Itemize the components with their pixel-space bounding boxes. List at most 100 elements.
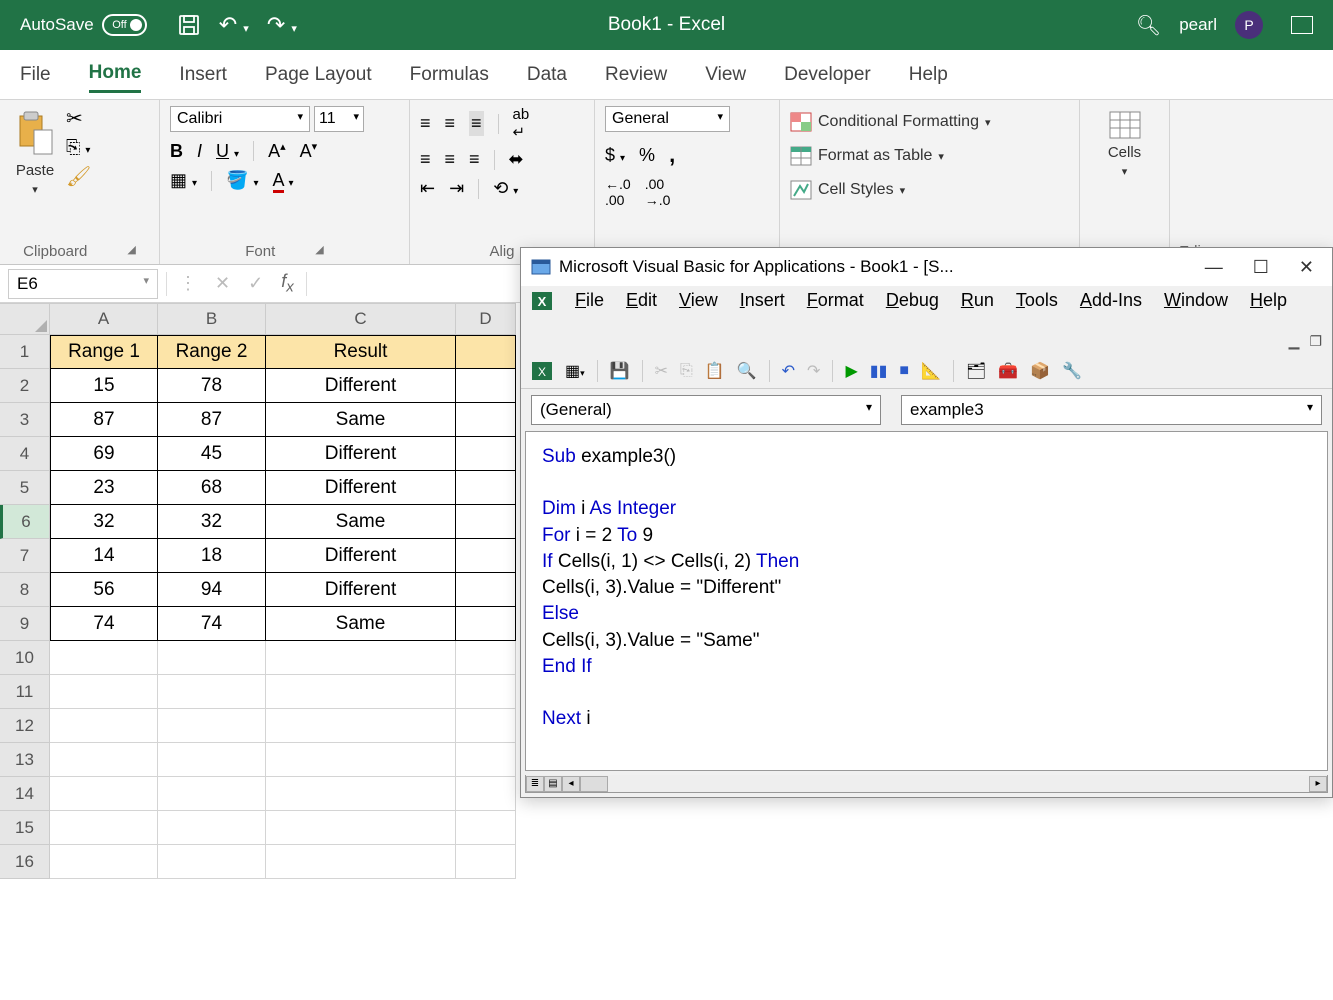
comma-icon[interactable]: , [669,142,675,168]
cell[interactable] [50,709,158,743]
fill-color-button[interactable]: 🪣 ▾ [226,170,258,191]
vba-code-pane[interactable]: Sub example3() Dim i As Integer For i = … [525,431,1328,771]
scroll-left-icon[interactable]: ◂ [562,776,580,792]
design-mode-icon[interactable]: 📐 [921,361,941,381]
cell[interactable]: Different [266,369,456,403]
insert-module-icon[interactable]: ▦▾ [565,361,585,381]
cell[interactable] [456,335,516,369]
vba-menu-run[interactable]: Run [961,290,994,311]
cell[interactable]: 32 [158,505,266,539]
project-explorer-icon[interactable]: 🗂 [966,361,986,381]
toolbox-icon[interactable]: 🔧 [1062,361,1082,381]
cell[interactable] [456,675,516,709]
cell[interactable] [50,641,158,675]
paste-icon[interactable]: 📋 [705,361,725,381]
underline-button[interactable]: U ▾ [216,141,239,162]
full-module-view-icon[interactable]: ≣ [526,776,544,792]
dialog-launcher-icon[interactable]: ◢ [315,243,323,260]
orientation-icon[interactable]: ⟲ ▾ [493,178,518,199]
cell[interactable] [266,811,456,845]
row-header[interactable]: 13 [0,743,50,777]
vba-menu-file[interactable]: File [575,290,604,311]
autosave-toggle[interactable]: AutoSave Off [20,14,147,36]
vba-menu-window[interactable]: Window [1164,290,1228,311]
cell[interactable]: 74 [50,607,158,641]
vba-menu-help[interactable]: Help [1250,290,1287,311]
vba-title-bar[interactable]: Microsoft Visual Basic for Applications … [521,248,1332,286]
cell[interactable] [50,675,158,709]
row-header[interactable]: 1 [0,335,50,369]
scroll-thumb[interactable] [580,776,608,792]
copy-icon[interactable]: ⎘ [680,362,693,380]
cell[interactable]: Different [266,539,456,573]
borders-button[interactable]: ▦ ▾ [170,170,197,191]
cell[interactable]: 56 [50,573,158,607]
vba-menu-tools[interactable]: Tools [1016,290,1058,311]
cell[interactable] [456,403,516,437]
cell[interactable]: 74 [158,607,266,641]
row-header[interactable]: 15 [0,811,50,845]
vba-menu-format[interactable]: Format [807,290,864,311]
cell[interactable] [456,437,516,471]
scroll-right-icon[interactable]: ▸ [1309,776,1327,792]
cell[interactable]: 18 [158,539,266,573]
row-header[interactable]: 10 [0,641,50,675]
decrease-indent-icon[interactable]: ⇤ [420,178,435,199]
row-header[interactable]: 12 [0,709,50,743]
cell[interactable] [266,675,456,709]
cell[interactable] [456,573,516,607]
minimize-icon[interactable]: — [1205,257,1223,278]
align-bottom-icon[interactable]: ≡ [469,111,484,136]
properties-icon[interactable]: 🧰 [998,361,1018,381]
cell[interactable] [266,641,456,675]
cell[interactable] [50,777,158,811]
redo-icon[interactable]: ↷ ▾ [267,12,297,38]
cell[interactable]: 87 [50,403,158,437]
grow-font-icon[interactable]: A▴ [268,140,286,162]
object-dropdown[interactable]: (General)▾ [531,395,881,425]
column-header[interactable]: D [456,303,516,335]
copy-icon[interactable]: ⎘ ▾ [66,137,90,158]
percent-icon[interactable]: % [639,145,655,166]
find-icon[interactable]: 🔍 [737,361,757,381]
cell[interactable]: Range 2 [158,335,266,369]
pause-icon[interactable]: ▮▮ [870,361,888,381]
font-size-select[interactable]: 11▾ [314,106,364,132]
cell[interactable]: 87 [158,403,266,437]
tab-formulas[interactable]: Formulas [410,58,489,92]
tab-file[interactable]: File [20,58,51,92]
row-header[interactable]: 14 [0,777,50,811]
tab-help[interactable]: Help [909,58,948,92]
cell[interactable] [456,777,516,811]
cell[interactable]: 45 [158,437,266,471]
cell[interactable] [456,539,516,573]
cancel-icon[interactable]: ✕ [215,273,230,294]
accounting-icon[interactable]: $ ▾ [605,145,625,166]
close-icon[interactable]: ✕ [1299,257,1314,278]
align-middle-icon[interactable]: ≡ [445,113,456,134]
row-header[interactable]: 6 [0,505,50,539]
paste-button[interactable]: Paste ▾ [10,106,60,200]
row-header[interactable]: 9 [0,607,50,641]
conditional-formatting-button[interactable]: Conditional Formatting▾ [790,110,1069,134]
cell[interactable]: Range 1 [50,335,158,369]
vba-menu-edit[interactable]: Edit [626,290,657,311]
cell[interactable]: 15 [50,369,158,403]
tab-review[interactable]: Review [605,58,667,92]
enter-icon[interactable]: ✓ [248,273,263,294]
select-all-corner[interactable] [0,303,50,335]
cell-styles-button[interactable]: Cell Styles▾ [790,178,1069,202]
cell[interactable]: 14 [50,539,158,573]
cell[interactable] [456,471,516,505]
procedure-view-icon[interactable]: ▤ [544,776,562,792]
row-header[interactable]: 8 [0,573,50,607]
merge-icon[interactable]: ⬌ [509,149,524,170]
cell[interactable]: Different [266,471,456,505]
save-icon[interactable] [177,13,201,37]
cell[interactable]: 69 [50,437,158,471]
decrease-decimal-icon[interactable]: .00→.0 [645,176,671,208]
vba-menu-debug[interactable]: Debug [886,290,939,311]
cell[interactable] [456,811,516,845]
cell[interactable] [158,743,266,777]
align-right-icon[interactable]: ≡ [469,149,480,170]
